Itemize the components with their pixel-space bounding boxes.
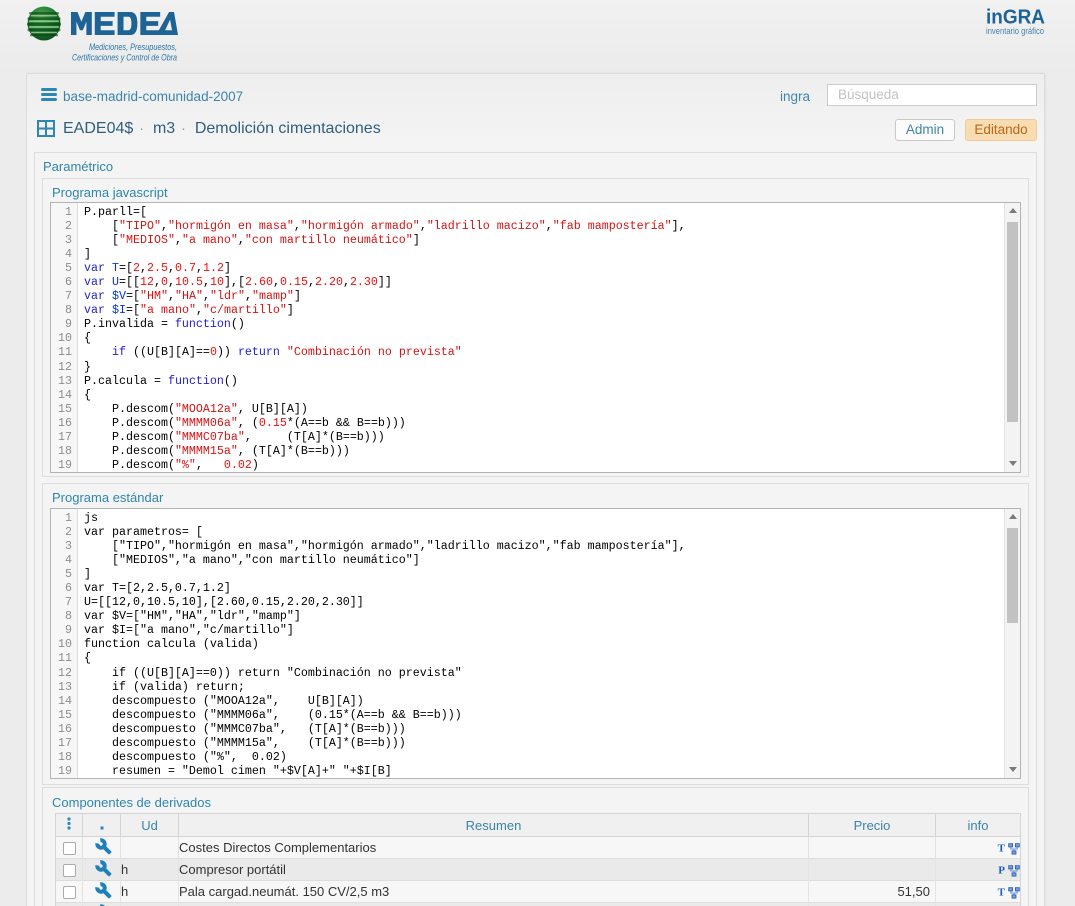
svg-text:Mediciones, Presupuestos,: Mediciones, Presupuestos, bbox=[89, 42, 177, 52]
svg-text:inventario gráfico: inventario gráfico bbox=[986, 26, 1044, 37]
svg-text:Certificaciones y Control de O: Certificaciones y Control de Obra bbox=[72, 53, 177, 63]
